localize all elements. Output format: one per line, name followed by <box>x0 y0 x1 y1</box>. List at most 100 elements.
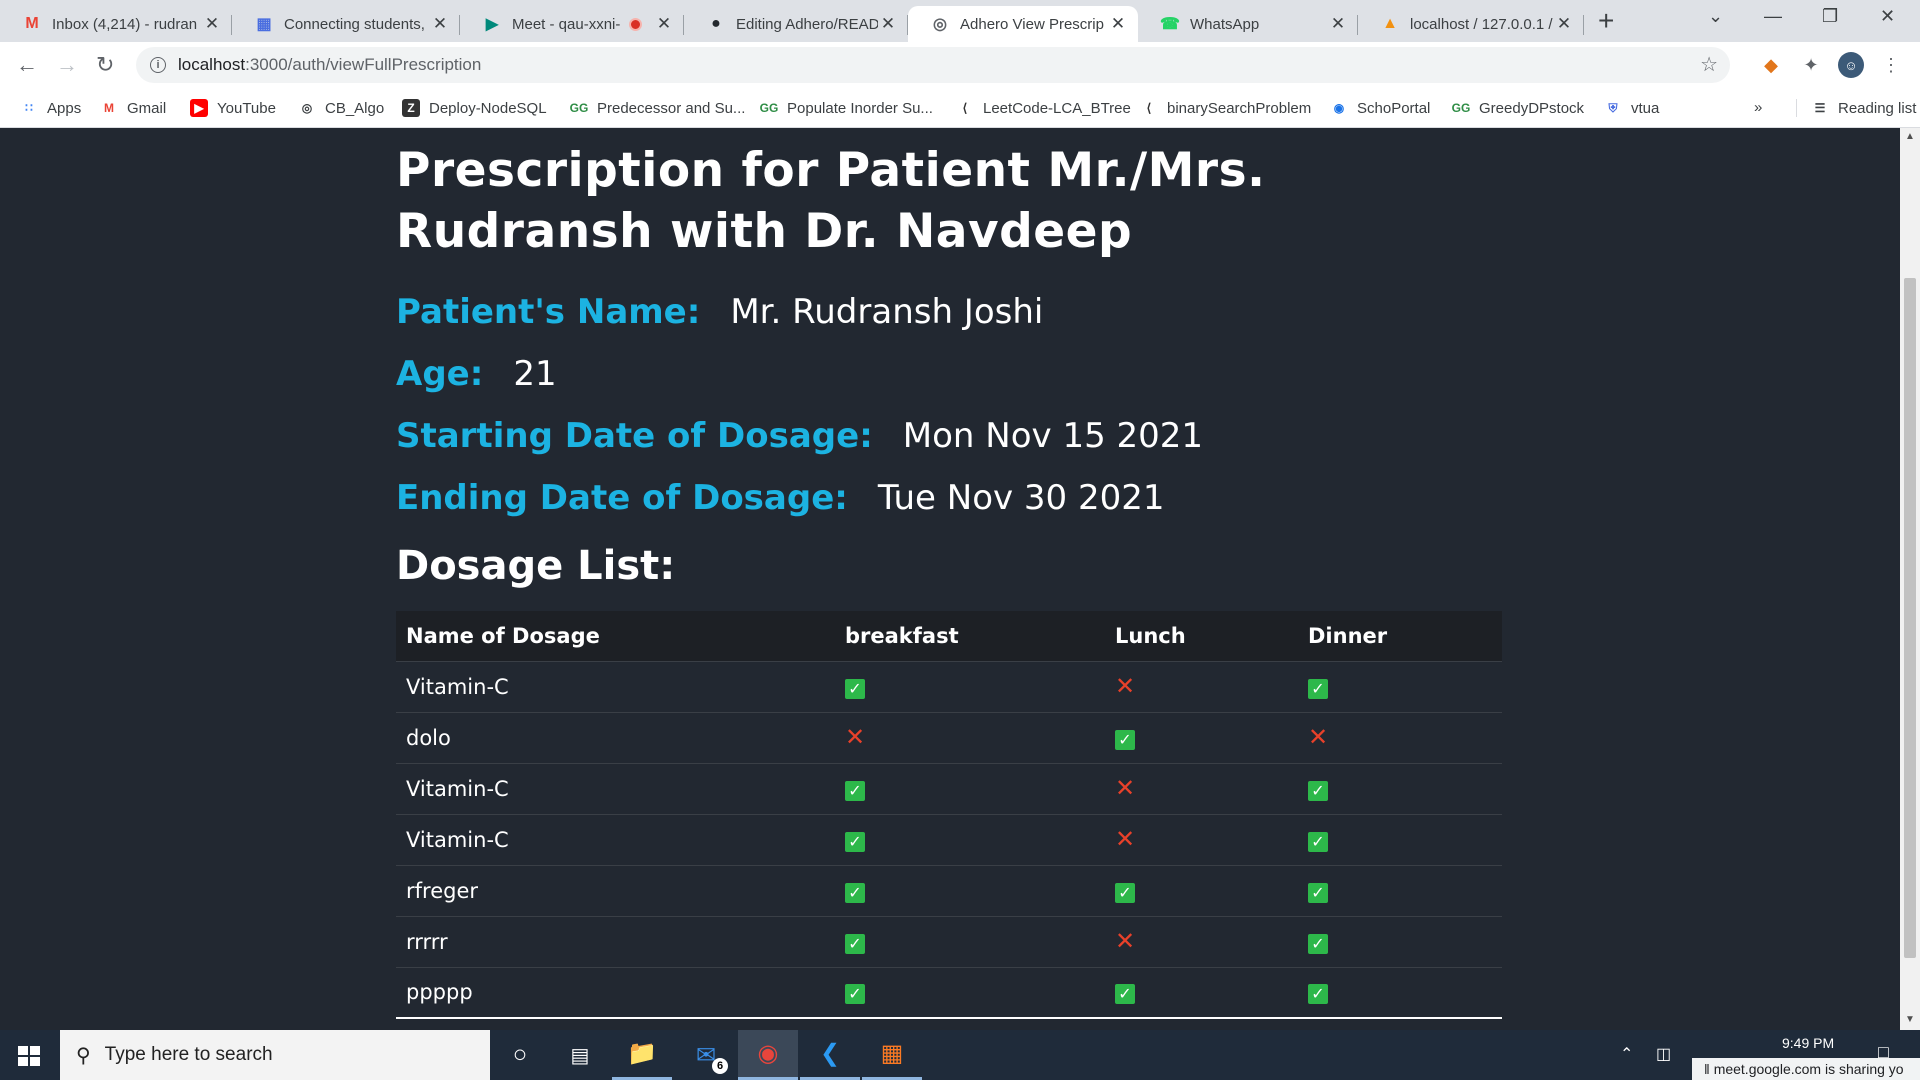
bookmark-item[interactable]: ⟨ binarySearchProblem <box>1140 99 1312 117</box>
gmail-icon: M <box>25 15 39 32</box>
cross-mark-icon: ✕ <box>1115 671 1136 700</box>
close-tab-icon[interactable]: ✕ <box>878 14 898 34</box>
breakfast-cell: ✓ <box>835 865 1105 917</box>
bookmark-item[interactable]: ◉ SchoPortal <box>1330 99 1431 117</box>
schoportal-icon: ◉ <box>1333 101 1345 115</box>
reload-icon[interactable]: ↻ <box>96 52 114 78</box>
browser-tab[interactable]: ☎ WhatsApp ✕ <box>1138 6 1358 42</box>
bookmark-item[interactable]: GG Populate Inorder Su... <box>760 99 933 117</box>
more-bookmarks-icon[interactable]: » <box>1754 99 1762 116</box>
browser-tab[interactable]: ● Editing Adhero/READ ✕ <box>684 6 908 42</box>
bookmark-item[interactable]: ∷ Apps <box>20 99 81 117</box>
bookmark-label: SchoPortal <box>1357 99 1431 117</box>
check-mark-icon: ✓ <box>845 984 865 1005</box>
dosage-list-heading: Dosage List: <box>396 543 676 589</box>
bookmark-item[interactable]: ▶ YouTube <box>190 99 276 117</box>
address-bar[interactable]: i localhost:3000/auth/viewFullPrescripti… <box>136 47 1730 83</box>
browser-tab[interactable]: M Inbox (4,214) - rudran ✕ <box>0 6 232 42</box>
tab-separator <box>1583 15 1584 35</box>
scroll-down-arrow-icon[interactable]: ▼ <box>1905 1014 1915 1025</box>
cortana-icon[interactable]: ○ <box>490 1030 550 1080</box>
check-mark-icon: ✓ <box>845 678 865 699</box>
bookmark-z-icon: Z <box>402 99 420 117</box>
bookmark-item[interactable]: GG Predecessor and Su... <box>570 99 746 117</box>
start-date-row: Starting Date of Dosage: Mon Nov 15 2021 <box>396 416 1203 456</box>
bookmark-item[interactable]: ⛨ vtua <box>1604 99 1659 117</box>
shield-icon: ⛨ <box>1608 100 1618 115</box>
dinner-cell: ✕ <box>1298 712 1502 764</box>
breakfast-cell: ✓ <box>835 661 1105 713</box>
tray-device-icon[interactable]: ◫ <box>1656 1044 1671 1064</box>
minimize-icon[interactable]: — <box>1764 6 1782 27</box>
dinner-cell: ✓ <box>1298 967 1502 1019</box>
browser-tab[interactable]: ▦ Connecting students, ✕ <box>232 6 460 42</box>
close-tab-icon[interactable]: ✕ <box>1554 14 1574 34</box>
chrome-taskbar-icon[interactable]: ◉ <box>738 1030 798 1080</box>
bookmark-item[interactable]: ⟨ LeetCode-LCA_BTree <box>956 99 1131 117</box>
forward-icon[interactable]: → <box>56 52 78 78</box>
table-row: ppppp ✓ ✓ ✓ <box>396 967 1502 1019</box>
close-tab-icon[interactable]: ✕ <box>1328 14 1348 34</box>
browser-menu-icon[interactable]: ⋮ <box>1878 52 1904 78</box>
windows-start-icon[interactable] <box>18 1046 40 1066</box>
bookmark-item[interactable]: M Gmail <box>100 99 166 117</box>
phpmyadmin-icon: ▲ <box>1382 15 1398 32</box>
taskbar-clock[interactable]: 9:49 PM <box>1782 1035 1834 1051</box>
address-url[interactable]: localhost:3000/auth/viewFullPrescription <box>178 55 481 75</box>
tab-search-icon[interactable]: ⌄ <box>1708 6 1723 27</box>
restore-icon[interactable]: ❐ <box>1822 6 1838 27</box>
new-tab-icon[interactable]: + <box>1598 7 1614 35</box>
bookmark-item[interactable]: ◎ CB_Algo <box>298 99 384 117</box>
dosage-table: Name of Dosage breakfast Lunch Dinner Vi… <box>396 611 1502 1019</box>
browser-tab[interactable]: ▶ Meet - qau-xxni- ✕ <box>460 6 684 42</box>
xampp-taskbar-icon[interactable]: ▦ <box>862 1030 922 1080</box>
file-explorer-icon[interactable]: 📁 <box>612 1030 672 1080</box>
gmail-icon: M <box>104 101 114 115</box>
task-view-icon[interactable]: ▤ <box>550 1030 610 1080</box>
bookmark-label: Gmail <box>127 99 167 117</box>
age-row: Age: 21 <box>396 354 557 394</box>
cross-mark-icon: ✕ <box>1115 926 1136 955</box>
tab-title: localhost / 127.0.0.1 / <box>1410 15 1553 33</box>
close-tab-icon[interactable]: ✕ <box>202 14 222 34</box>
patient-name-label: Patient's Name: <box>396 292 701 332</box>
scroll-up-arrow-icon[interactable]: ▲ <box>1905 131 1915 142</box>
bookmark-item[interactable]: Z Deploy-NodeSQL <box>402 99 547 117</box>
meet-icon: ▶ <box>485 16 499 33</box>
page-scrollbar[interactable]: ▲ ▼ <box>1900 128 1920 1030</box>
extensions-puzzle-icon[interactable]: ✦ <box>1798 52 1824 78</box>
close-tab-icon[interactable]: ✕ <box>1108 14 1128 34</box>
start-date-label: Starting Date of Dosage: <box>396 416 873 456</box>
back-icon[interactable]: ← <box>16 52 38 78</box>
dinner-cell: ✓ <box>1298 661 1502 713</box>
windows-taskbar: ⚲ Type here to search ○ ▤ 📁 ✉ 6 ◉ ❮ ▦ ⌃ ◫… <box>0 1030 1920 1080</box>
leetcode-icon: ⟨ <box>1146 101 1152 115</box>
bookmark-label: YouTube <box>217 99 276 117</box>
dosage-name-cell: dolo <box>396 712 835 764</box>
bookmark-star-icon[interactable]: ☆ <box>1700 52 1718 77</box>
scrollbar-thumb[interactable] <box>1904 278 1916 958</box>
reading-list-button[interactable]: ☰ Reading list <box>1796 99 1916 117</box>
column-header-breakfast: breakfast <box>835 611 1105 662</box>
vscode-taskbar-icon[interactable]: ❮ <box>800 1030 860 1080</box>
mail-icon[interactable]: ✉ 6 <box>676 1030 736 1080</box>
close-window-icon[interactable]: ✕ <box>1880 6 1895 27</box>
screen-sharing-text: meet.google.com is sharing yo <box>1713 1061 1904 1077</box>
profile-avatar[interactable]: ☺ <box>1838 52 1864 78</box>
bookmark-label: LeetCode-LCA_BTree <box>983 99 1131 117</box>
page-title: Prescription for Patient Mr./Mrs. Rudran… <box>396 143 1266 259</box>
table-row: Vitamin-C ✓ ✕ ✓ <box>396 763 1502 815</box>
browser-tab[interactable]: ▲ localhost / 127.0.0.1 /✕ <box>1358 6 1584 42</box>
site-info-icon[interactable]: i <box>150 57 166 73</box>
check-mark-icon: ✓ <box>845 882 865 903</box>
cross-mark-icon: ✕ <box>845 722 866 751</box>
close-tab-icon[interactable]: ✕ <box>430 14 450 34</box>
tray-chevron-up-icon[interactable]: ⌃ <box>1620 1044 1633 1064</box>
tab-strip: M Inbox (4,214) - rudran ✕ ▦ Connecting stud… <box>0 0 1920 42</box>
breakfast-cell: ✓ <box>835 916 1105 968</box>
browser-tab[interactable]: ◎ Adhero View Prescrip ✕ <box>908 6 1138 42</box>
taskbar-search-box[interactable]: ⚲ Type here to search <box>60 1030 490 1080</box>
close-tab-icon[interactable]: ✕ <box>654 14 674 34</box>
bookmark-item[interactable]: GG GreedyDPstock <box>1452 99 1584 117</box>
metamask-extension-icon[interactable]: ◆ <box>1758 52 1784 78</box>
